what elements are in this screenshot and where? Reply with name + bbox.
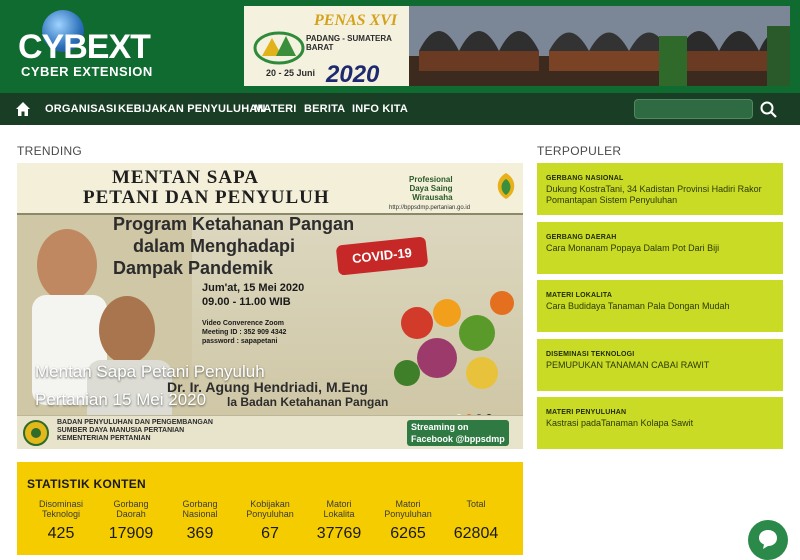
main-nav: ORGANISASI KEBIJAKAN PENYULUHAN MATERI B…: [0, 93, 800, 125]
program-title-line2: dalam Menghadapi: [133, 236, 296, 256]
event-datetime: Jum'at, 15 Mei 2020 09.00 - 11.00 WIB: [202, 281, 304, 309]
slide-caption-line2: Pertanian 15 Mei 2020: [35, 390, 207, 409]
slide-caption-line1: Mentan Sapa Petani Penyuluh: [35, 362, 265, 381]
banner-dates: 20 - 25 Juni: [266, 68, 316, 78]
trending-slider[interactable]: MENTAN SAPA PETANI DAN PENYULUH Profesio…: [17, 163, 523, 449]
stat-label: Matori Lokalita: [323, 499, 355, 519]
penas-emblem-icon: [253, 31, 305, 65]
stat-value: 67: [261, 525, 279, 542]
stat-value: 37769: [316, 525, 362, 542]
popular-category[interactable]: GERBANG DAERAH: [546, 234, 616, 241]
zoom-line1: Video Converence Zoom: [202, 320, 284, 327]
popular-title[interactable]: Kastrasi padaTanaman Kolapa Sawit: [546, 418, 774, 429]
popular-category[interactable]: GERBANG NASIONAL: [546, 175, 623, 182]
stream-line2: Facebook @bppsdmp: [411, 434, 505, 444]
site-logo[interactable]: CYBEXT CYBER EXTENSION: [18, 8, 158, 83]
terpopuler-heading: TERPOPULER: [537, 144, 622, 158]
trending-heading: TRENDING: [17, 144, 83, 158]
stat-label: Gorbang Daorah: [113, 499, 149, 519]
popular-card[interactable]: MATERI LOKALITA Cara Budidaya Tanaman Pa…: [537, 280, 783, 332]
popular-card[interactable]: DISEMINASI TEKNOLOGI PEMUPUKAN TANAMAN C…: [537, 339, 783, 391]
stat-value: 17909: [108, 525, 154, 542]
site-header: CYBEXT CYBER EXTENSION PENAS XVI PADANG …: [0, 0, 800, 93]
statistics-heading: STATISTIK KONTEN: [27, 477, 147, 491]
banner-title: PENAS XVI: [314, 12, 398, 29]
search-icon[interactable]: [760, 101, 777, 118]
banner-place: PADANG - SUMATERA BARAT: [306, 34, 392, 52]
nav-item-kebijakan-penyuluhan[interactable]: KEBIJAKAN PENYULUHAN: [118, 93, 266, 125]
stat-label: Gorbang Nasional: [182, 499, 218, 519]
ministry-text: BADAN PENYULUHAN DAN PENGEMBANGAN SUMBER…: [57, 419, 213, 443]
popular-category[interactable]: MATERI LOKALITA: [546, 292, 612, 299]
program-title-line1: Program Ketahanan Pangan: [113, 214, 355, 234]
banner-year: 2020: [326, 61, 380, 86]
poster-footer: BADAN PENYULUHAN DAN PENGEMBANGAN SUMBER…: [17, 415, 523, 449]
ministry-line3: KEMENTERIAN PERTANIAN: [57, 435, 151, 442]
stat-value: 62804: [453, 525, 499, 542]
zoom-line3: password : sapapetani: [202, 338, 278, 345]
program-title-line3: Dampak Pandemik: [113, 258, 274, 278]
vegetables-image: [394, 291, 514, 389]
stat-label: Disominasi Teknologi: [38, 499, 83, 519]
event-date: Jum'at, 15 Mei 2020: [202, 282, 305, 294]
stat-value: 369: [186, 525, 214, 542]
rumah-gadang-image: [409, 6, 790, 86]
chat-button[interactable]: [748, 520, 788, 560]
poster-brand: Profesional Daya Saing Wirausaha: [409, 175, 453, 202]
popular-category[interactable]: MATERI PENYULUHAN: [546, 409, 626, 416]
zoom-info: Video Converence Zoom Meeting ID : 352 9…: [202, 319, 286, 346]
stat-gerbang-nasional: Gorbang Nasional 369: [165, 499, 235, 543]
logo-wordmark: CYBEXT: [18, 28, 151, 66]
logo-subtitle: CYBER EXTENSION: [21, 64, 153, 79]
stream-info: Streaming on Facebook @bppsdmp: [407, 420, 509, 446]
popular-title[interactable]: Dukung KostraTani, 34 Kadistan Provinsi …: [546, 184, 774, 206]
poster-url: http://bppsdmp.pertanian.go.id: [389, 205, 471, 211]
ministry-logo-icon: [23, 420, 49, 446]
stat-materi-penyuluhan: Matori Ponyuluhan 6265: [373, 499, 443, 543]
event-time: 09.00 - 11.00 WIB: [202, 296, 291, 308]
poster-title-line2: PETANI DAN PENYULUH: [83, 187, 330, 208]
slide-caption[interactable]: Mentan Sapa Petani Penyuluh Pertanian 15…: [35, 358, 315, 414]
stat-label: Total: [466, 499, 486, 509]
stat-value: 6265: [390, 525, 426, 542]
stat-label: Kobijakan Ponyuluhan: [246, 499, 294, 519]
popular-card[interactable]: MATERI PENYULUHAN Kastrasi padaTanaman K…: [537, 397, 783, 449]
popular-card[interactable]: GERBANG DAERAH Cara Monanam Popaya Dalam…: [537, 222, 783, 274]
stat-label: Matori Ponyuluhan: [384, 499, 432, 519]
home-icon[interactable]: [15, 101, 31, 117]
stat-kebijakan-penyuluhan: Kobijakan Ponyuluhan 67: [235, 499, 305, 543]
chat-icon: [759, 530, 777, 549]
nav-item-info-kita[interactable]: INFO KITA: [352, 93, 408, 125]
search-input[interactable]: [634, 99, 753, 119]
popular-title[interactable]: Cara Budidaya Tanaman Pala Dongan Mudah: [546, 301, 774, 312]
stat-total: Total 62804: [441, 499, 511, 543]
event-banner[interactable]: PENAS XVI PADANG - SUMATERA BARAT 20 - 2…: [244, 6, 790, 86]
stat-materi-lokalita: Matori Lokalita 37769: [304, 499, 374, 543]
zoom-line2: Meeting ID : 352 909 4342: [202, 329, 287, 336]
program-title: Program Ketahanan Pangan dalam Menghadap…: [113, 213, 354, 279]
stat-diseminasi-teknologi: Disominasi Teknologi 425: [26, 499, 96, 543]
content-statistics: STATISTIK KONTEN Disominasi Teknologi 42…: [17, 462, 523, 555]
nav-item-materi[interactable]: MATERI: [254, 93, 297, 125]
stat-value: 425: [47, 525, 75, 542]
poster-title-line1: MENTAN SAPA: [112, 167, 259, 188]
ministry-line2: SUMBER DAYA MANUSIA PERTANIAN: [57, 427, 185, 434]
penas-logo-panel: PENAS XVI PADANG - SUMATERA BARAT 20 - 2…: [244, 6, 409, 86]
popular-title[interactable]: Cara Monanam Popaya Dalam Pot Dari Biji: [546, 243, 774, 254]
stat-gerbang-daerah: Gorbang Daorah 17909: [96, 499, 166, 543]
ministry-line1: BADAN PENYULUHAN DAN PENGEMBANGAN: [57, 419, 213, 426]
popular-card[interactable]: GERBANG NASIONAL Dukung KostraTani, 34 K…: [537, 163, 783, 215]
poster-header: MENTAN SAPA PETANI DAN PENYULUH Profesio…: [17, 163, 523, 215]
popular-title[interactable]: PEMUPUKAN TANAMAN CABAI RAWIT: [546, 360, 774, 371]
stream-line1: Streaming on: [411, 422, 469, 432]
nav-item-berita[interactable]: BERITA: [304, 93, 345, 125]
leaf-logo-icon: [497, 173, 515, 199]
nav-item-organisasi[interactable]: ORGANISASI: [45, 93, 117, 125]
popular-category[interactable]: DISEMINASI TEKNOLOGI: [546, 351, 634, 358]
